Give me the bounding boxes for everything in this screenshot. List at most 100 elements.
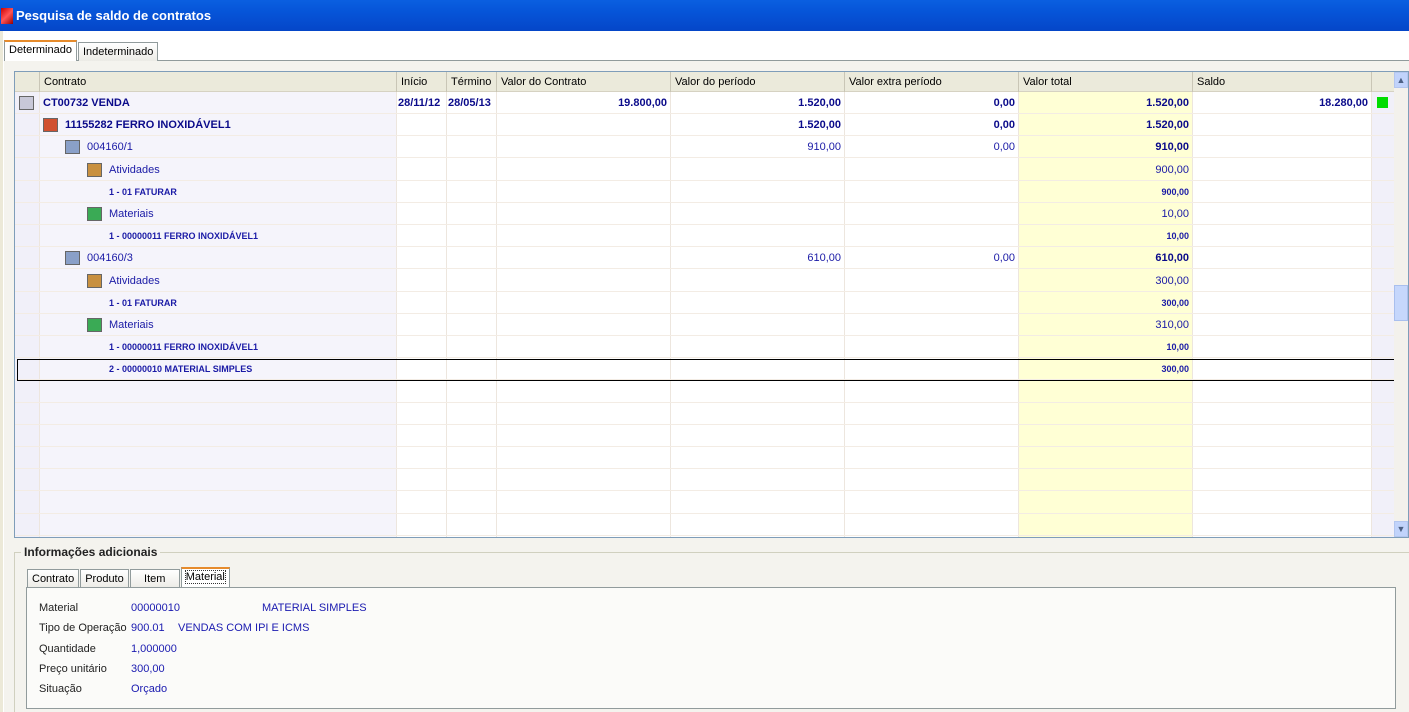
scroll-up-button[interactable]: ▲ [1394, 72, 1408, 88]
cell-valor-total: 300,00 [1155, 274, 1189, 287]
info-tabs: Contrato Produto Item Material [27, 567, 231, 588]
table-row[interactable]: 1 - 01 FATURAR 300,00 [15, 292, 1395, 314]
cell-valor-periodo [670, 292, 844, 314]
tab-determinado[interactable]: Determinado [4, 40, 77, 61]
tab-indeterminado[interactable]: Indeterminado [77, 42, 159, 61]
cell-valor-total: 910,00 [1155, 141, 1189, 154]
cell-valor-periodo [670, 181, 844, 203]
info-field: Quantidade 1,000000 [39, 641, 639, 657]
window-titlebar: Pesquisa de saldo de contratos [0, 0, 1409, 31]
column-header[interactable]: Valor do Contrato [496, 72, 670, 92]
cell-valor-periodo [670, 270, 844, 292]
empty-row [15, 514, 1395, 536]
table-row[interactable]: Materiais 310,00 [15, 314, 1395, 336]
cell-contrato: 11155282 FERRO INOXIDÁVEL1 [65, 119, 231, 132]
cell-valor-contrato [496, 181, 670, 203]
table-row[interactable]: CT00732 VENDA 28/11/12 28/05/13 19.800,00 1.… [15, 92, 1395, 114]
cell-termino [446, 247, 496, 269]
selected-row-outline [17, 359, 1395, 381]
column-header[interactable]: Valor total [1018, 72, 1192, 92]
cell-valor-periodo [670, 225, 844, 247]
table-row[interactable]: Atividades 300,00 [15, 270, 1395, 292]
cell-valor-periodo [670, 159, 844, 181]
cell-valor-extra [844, 314, 1018, 336]
cell-saldo [1192, 203, 1371, 225]
info-tab-material[interactable]: Material [180, 567, 230, 588]
cell-inicio [396, 159, 446, 181]
table-row[interactable]: 004160/1 910,00 0,00 910,00 [15, 136, 1395, 159]
cell-valor-total: 1.520,00 [1146, 119, 1189, 132]
cell-valor-extra [844, 270, 1018, 292]
field-value: 00000010 [131, 602, 180, 614]
cell-valor-periodo: 610,00 [807, 252, 841, 265]
cell-saldo [1192, 114, 1371, 136]
contract-person-icon [19, 96, 34, 110]
column-header[interactable]: Início [396, 72, 446, 92]
cell-saldo: 18.280,00 [1319, 97, 1368, 109]
column-header[interactable]: Término [446, 72, 496, 92]
empty-row [15, 403, 1395, 425]
cell-saldo [1192, 181, 1371, 203]
vertical-scrollbar[interactable]: ▲ ▼ [1394, 72, 1408, 537]
column-header-status[interactable] [1371, 72, 1395, 92]
cell-contrato: Atividades [109, 274, 160, 287]
cell-saldo [1192, 247, 1371, 269]
cell-termino [446, 136, 496, 158]
cell-inicio [396, 181, 446, 203]
scroll-down-button[interactable]: ▼ [1394, 521, 1408, 537]
cell-saldo [1192, 136, 1371, 158]
cell-termino [446, 314, 496, 336]
cell-valor-contrato [496, 336, 670, 358]
table-row[interactable]: 1 - 01 FATURAR 900,00 [15, 181, 1395, 203]
field-value: 1,000000 [131, 642, 177, 655]
activity-edit-icon [87, 162, 102, 177]
field-label: Preço unitário [39, 662, 107, 675]
cell-valor-contrato [496, 314, 670, 336]
table-row[interactable]: 1 - 00000011 FERRO INOXIDÁVEL1 10,00 [15, 225, 1395, 248]
column-header[interactable]: Valor extra período [844, 72, 1018, 92]
cell-valor-extra: 0,00 [993, 252, 1015, 265]
info-tab-produto[interactable]: Produto [80, 569, 129, 588]
cell-saldo [1192, 159, 1371, 181]
column-header[interactable]: Saldo [1192, 72, 1371, 92]
table-row[interactable]: Atividades 900,00 [15, 159, 1395, 181]
cell-valor-extra [844, 292, 1018, 314]
cell-valor-periodo [670, 203, 844, 225]
shopping-cart-icon [87, 318, 102, 332]
cell-valor-extra: 0,00 [993, 141, 1015, 154]
cell-valor-periodo [670, 314, 844, 336]
table-row[interactable]: Materiais 10,00 [15, 203, 1395, 225]
cell-valor-periodo: 1.520,00 [798, 97, 841, 109]
cell-valor-contrato [496, 203, 670, 225]
cell-valor-extra [844, 225, 1018, 247]
window-title: Pesquisa de saldo de contratos [16, 8, 212, 23]
info-field: Preço unitário 300,00 [39, 661, 639, 677]
info-tab-contrato[interactable]: Contrato [27, 569, 80, 588]
status-indicator [1377, 97, 1388, 108]
field-value: 300,00 [131, 662, 165, 675]
cell-valor-extra [844, 159, 1018, 181]
cell-termino [446, 292, 496, 314]
info-group: Informações adicionais Contrato Produto … [14, 545, 1409, 712]
cell-valor-extra [844, 181, 1018, 203]
cell-contrato: 1 - 00000011 FERRO INOXIDÁVEL1 [109, 342, 259, 353]
cell-termino [446, 181, 496, 203]
field-value: 900.01 [131, 622, 165, 635]
table-row[interactable]: 004160/3 610,00 0,00 610,00 [15, 247, 1395, 270]
column-header[interactable]: Contrato [39, 72, 396, 92]
column-header[interactable]: Valor do período [670, 72, 844, 92]
cell-valor-periodo: 1.520,00 [798, 119, 841, 132]
cell-valor-total: 310,00 [1155, 319, 1189, 331]
cell-termino [446, 203, 496, 225]
table-row[interactable]: 1 - 00000011 FERRO INOXIDÁVEL1 10,00 [15, 336, 1395, 359]
scroll-thumb[interactable] [1394, 285, 1408, 321]
cell-valor-total: 10,00 [1166, 342, 1189, 353]
product-box-icon [43, 118, 58, 133]
app-icon [1, 8, 13, 24]
info-tab-item[interactable]: Item [129, 569, 180, 588]
cell-contrato: 004160/3 [87, 252, 133, 265]
cell-valor-total: 10,00 [1166, 231, 1189, 242]
info-panel: Material 00000010 MATERIAL SIMPLES Tipo de … [26, 587, 1396, 709]
table-row[interactable]: 11155282 FERRO INOXIDÁVEL1 1.520,00 0,00 1.… [15, 114, 1395, 137]
cell-valor-total: 1.520,00 [1146, 97, 1189, 109]
